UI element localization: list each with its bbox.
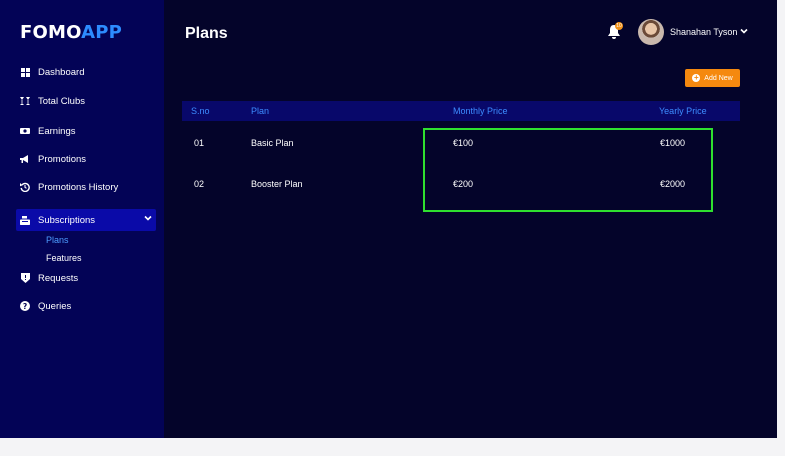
sidebar-item-requests[interactable]: Requests — [16, 267, 156, 289]
sidebar-item-dashboard[interactable]: Dashboard — [16, 61, 156, 83]
sidebar-item-promotions-history[interactable]: Promotions History — [16, 176, 156, 198]
cash-register-icon — [20, 215, 30, 225]
sidebar-item-label: Subscriptions — [38, 214, 96, 226]
sidebar-item-label: Promotions History — [38, 181, 119, 193]
user-name: Shanahan Tyson — [670, 27, 738, 37]
add-new-label: Add New — [704, 74, 733, 82]
chevron-down-icon — [144, 214, 152, 225]
history-icon — [20, 182, 30, 192]
price-highlight-box — [423, 128, 713, 212]
sidebar-item-subscriptions[interactable]: Subscriptions — [16, 209, 156, 231]
sidebar-item-total-clubs[interactable]: Total Clubs — [16, 90, 156, 112]
megaphone-icon — [20, 154, 30, 164]
notification-badge: 10 — [615, 22, 623, 30]
money-icon — [20, 126, 30, 136]
cell-sno: 02 — [194, 179, 205, 189]
cell-plan: Booster Plan — [251, 179, 303, 189]
sidebar-item-queries[interactable]: ? Queries — [16, 295, 156, 317]
sidebar-item-promotions[interactable]: Promotions — [16, 148, 156, 170]
sidebar-item-label: Promotions — [38, 153, 87, 165]
column-header-yearly-price[interactable]: Yearly Price — [659, 106, 707, 116]
add-new-button[interactable]: + Add New — [685, 69, 740, 87]
logo-part-fomo: FOMO — [20, 22, 82, 43]
svg-text:?: ? — [23, 302, 27, 311]
app-logo[interactable]: FOMOAPP — [20, 22, 122, 43]
sidebar-subitem-features[interactable]: Features — [46, 253, 82, 263]
cell-sno: 01 — [194, 138, 205, 148]
sidebar-item-label: Dashboard — [38, 66, 85, 78]
column-header-sno[interactable]: S.no — [191, 106, 210, 116]
chevron-down-icon — [740, 27, 748, 37]
shield-icon — [20, 273, 30, 283]
cell-plan: Basic Plan — [251, 138, 294, 148]
sidebar-item-earnings[interactable]: Earnings — [16, 120, 156, 142]
column-header-plan[interactable]: Plan — [251, 106, 269, 116]
sidebar: FOMOAPP Dashboard Total Clubs Earnings P — [0, 0, 164, 438]
page-title: Plans — [185, 25, 228, 42]
plus-circle-icon: + — [692, 73, 701, 82]
avatar[interactable] — [638, 19, 664, 45]
column-header-monthly-price[interactable]: Monthly Price — [453, 106, 508, 116]
sidebar-item-label: Earnings — [38, 125, 76, 137]
grid-icon — [20, 67, 30, 77]
sidebar-item-label: Queries — [38, 300, 72, 312]
cocktail-icon — [20, 96, 30, 106]
user-menu[interactable]: Shanahan Tyson — [670, 27, 748, 37]
sidebar-item-label: Requests — [38, 272, 79, 284]
app-window: FOMOAPP Dashboard Total Clubs Earnings P — [0, 0, 777, 438]
question-icon: ? — [20, 301, 30, 311]
logo-part-app: APP — [81, 22, 123, 43]
sidebar-subitem-plans[interactable]: Plans — [46, 235, 69, 245]
sidebar-item-label: Total Clubs — [38, 95, 85, 107]
